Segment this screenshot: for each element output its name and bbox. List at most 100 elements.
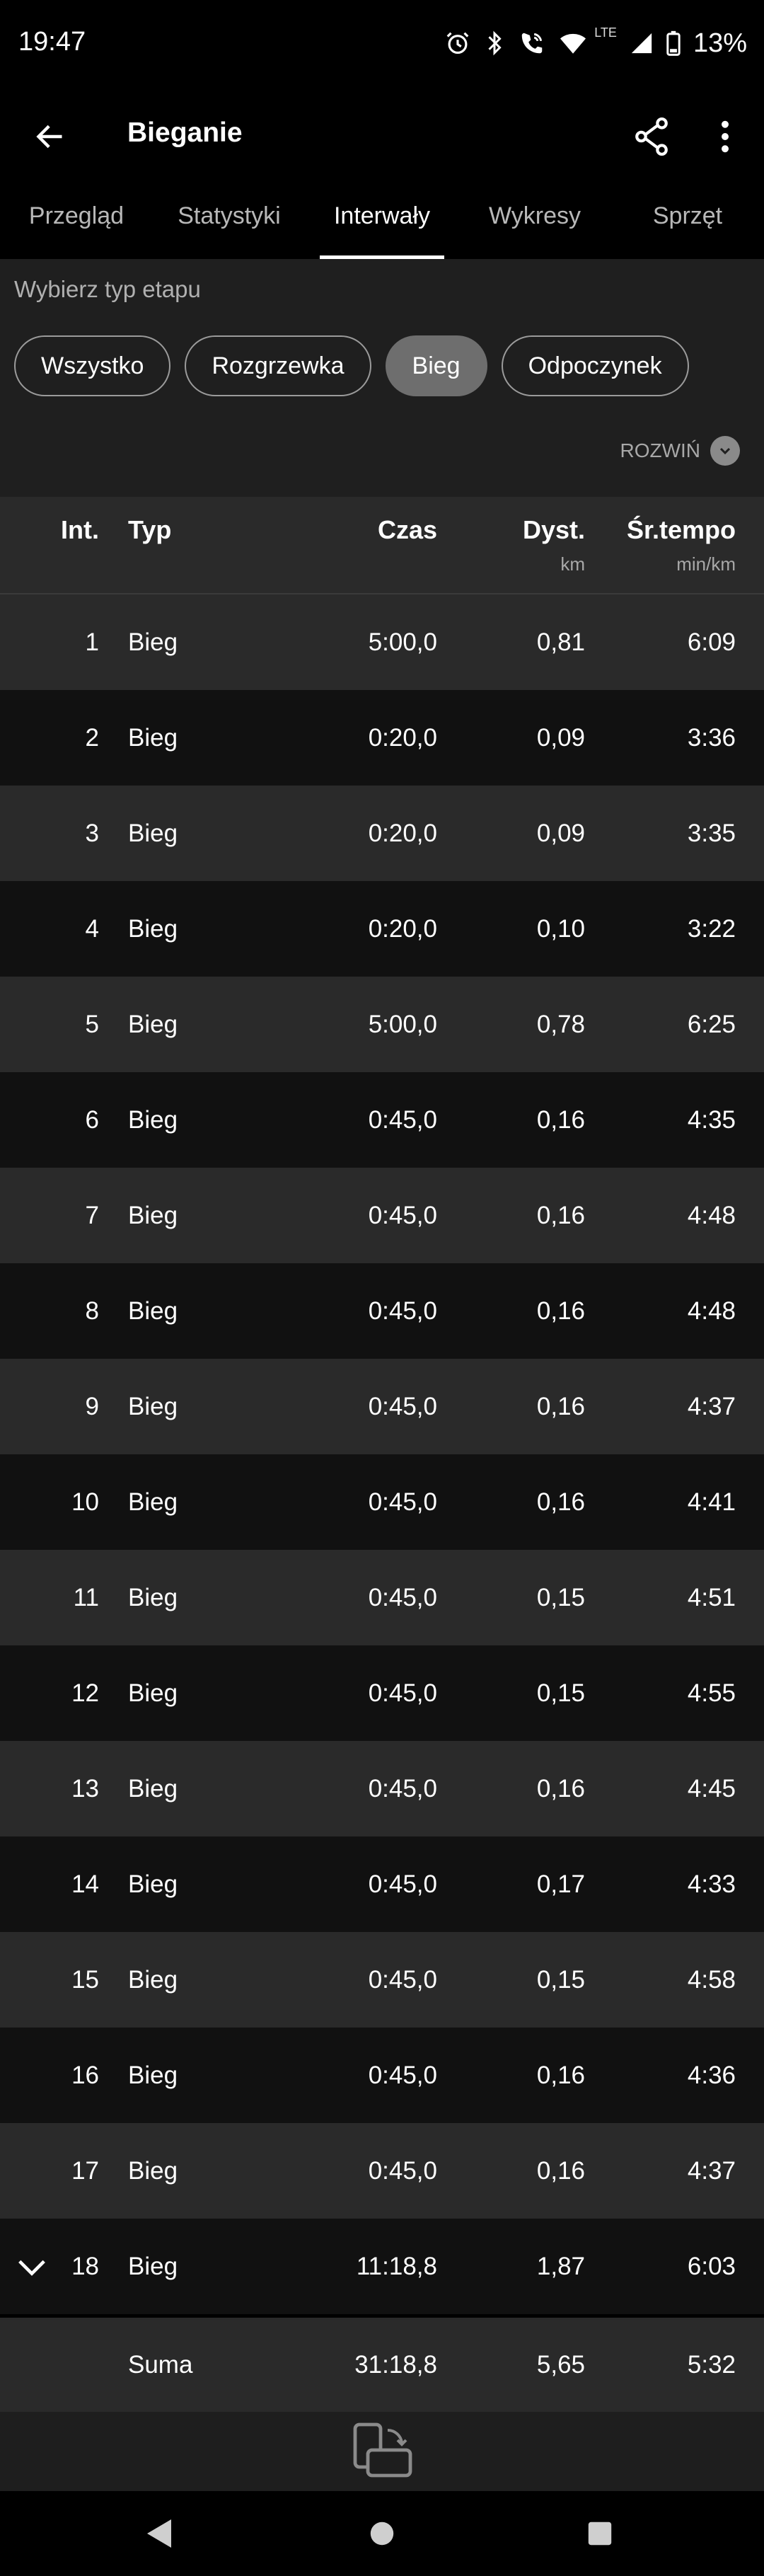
row-int: 16 xyxy=(71,2062,99,2089)
bluetooth-icon xyxy=(488,30,502,56)
row-typ: Bieg xyxy=(128,820,178,847)
chevron-down-icon[interactable] xyxy=(16,2250,48,2283)
system-nav-bar xyxy=(0,2491,764,2576)
table-row[interactable]: 13 Bieg 0:45,0 0,16 4:45 xyxy=(0,1741,764,1836)
battery-percent: 13% xyxy=(693,28,747,58)
row-tempo: 4:37 xyxy=(687,1393,736,1420)
row-tempo: 4:41 xyxy=(687,1488,736,1516)
row-typ: Bieg xyxy=(128,1584,178,1611)
nav-home-button[interactable] xyxy=(361,2512,403,2555)
battery-icon xyxy=(666,30,681,56)
chevron-down-icon xyxy=(710,436,740,466)
table-row[interactable]: 17 Bieg 0:45,0 0,16 4:37 xyxy=(0,2123,764,2219)
share-button[interactable] xyxy=(627,105,676,168)
row-dyst: 0,09 xyxy=(536,820,585,847)
row-tempo: 4:33 xyxy=(687,1870,736,1898)
row-czas: 0:45,0 xyxy=(368,2157,437,2185)
row-typ: Bieg xyxy=(128,1775,178,1802)
table-row[interactable]: 8 Bieg 0:45,0 0,16 4:48 xyxy=(0,1263,764,1359)
row-int: 13 xyxy=(71,1775,99,1802)
signal-icon xyxy=(631,33,652,54)
row-typ: Bieg xyxy=(128,1966,178,1994)
row-int: 10 xyxy=(71,1488,99,1516)
table-row[interactable]: 11 Bieg 0:45,0 0,15 4:51 xyxy=(0,1550,764,1645)
chip-bieg[interactable]: Bieg xyxy=(385,335,487,396)
nav-recents-button[interactable] xyxy=(579,2512,621,2555)
row-czas: 0:45,0 xyxy=(368,1202,437,1229)
row-int: 7 xyxy=(85,1202,99,1229)
table-row[interactable]: 9 Bieg 0:45,0 0,16 4:37 xyxy=(0,1359,764,1454)
tab-interwaly[interactable]: Interwały xyxy=(306,183,458,259)
table-row[interactable]: 6 Bieg 0:45,0 0,16 4:35 xyxy=(0,1072,764,1168)
row-tempo: 4:48 xyxy=(687,1202,736,1229)
wifi-call-icon xyxy=(522,33,543,54)
row-dyst: 0,78 xyxy=(536,1011,585,1038)
table-row[interactable]: 3 Bieg 0:20,0 0,09 3:35 xyxy=(0,786,764,881)
table-row[interactable]: 10 Bieg 0:45,0 0,16 4:41 xyxy=(0,1454,764,1550)
row-typ: Bieg xyxy=(128,1202,178,1229)
row-czas: 0:45,0 xyxy=(368,1393,437,1420)
row-int: 5 xyxy=(85,1011,99,1038)
row-int: 1 xyxy=(85,628,99,656)
row-dyst: 0,10 xyxy=(536,915,585,943)
row-int: 17 xyxy=(71,2157,99,2185)
row-czas: 0:45,0 xyxy=(368,1966,437,1994)
row-czas: 5:00,0 xyxy=(368,1011,437,1038)
page-title: Bieganie xyxy=(127,117,243,148)
row-typ: Bieg xyxy=(128,915,178,943)
summary-row: Suma 31:18,8 5,65 5:32 xyxy=(0,2318,764,2412)
filter-chips: Wszystko Rozgrzewka Bieg Odpoczynek xyxy=(14,335,689,396)
tab-sprzet[interactable]: Sprzęt xyxy=(611,183,764,259)
table-row[interactable]: 4 Bieg 0:20,0 0,10 3:22 xyxy=(0,881,764,977)
row-dyst: 0,15 xyxy=(536,1966,585,1994)
header-tempo-unit: min/km xyxy=(676,553,736,575)
filter-label: Wybierz typ etapu xyxy=(14,276,201,302)
row-czas: 0:45,0 xyxy=(368,1488,437,1516)
row-int: 8 xyxy=(85,1297,99,1325)
table-row[interactable]: 14 Bieg 0:45,0 0,17 4:33 xyxy=(0,1836,764,1932)
rotate-screen-button[interactable] xyxy=(351,2422,413,2481)
back-button[interactable] xyxy=(25,105,75,168)
table-row[interactable]: 18 Bieg 11:18,8 1,87 6:03 xyxy=(0,2219,764,2314)
row-czas: 0:45,0 xyxy=(368,1297,437,1325)
row-tempo: 3:35 xyxy=(687,820,736,847)
row-czas: 0:45,0 xyxy=(368,1106,437,1134)
row-czas: 11:18,8 xyxy=(356,2253,437,2280)
tab-wykresy[interactable]: Wykresy xyxy=(458,183,611,259)
row-dyst: 0,16 xyxy=(536,1775,585,1802)
row-typ: Bieg xyxy=(128,1679,178,1707)
app-bar: Bieganie xyxy=(0,91,764,183)
more-options-button[interactable] xyxy=(707,105,743,168)
table-row[interactable]: 5 Bieg 5:00,0 0,78 6:25 xyxy=(0,977,764,1072)
row-int: 12 xyxy=(71,1679,99,1707)
interval-table: 1 Bieg 5:00,0 0,81 6:09 2 Bieg 0:20,0 0,09 3:36 3 B… xyxy=(0,594,764,2314)
table-row[interactable]: 2 Bieg 0:20,0 0,09 3:36 xyxy=(0,690,764,786)
row-dyst: 0,16 xyxy=(536,2157,585,2185)
chip-rozgrzewka[interactable]: Rozgrzewka xyxy=(185,335,371,396)
tab-statystyki[interactable]: Statystyki xyxy=(153,183,306,259)
status-icons: LTE 13% xyxy=(444,25,747,61)
nav-back-button[interactable] xyxy=(139,2512,181,2555)
chip-wszystko[interactable]: Wszystko xyxy=(14,335,171,396)
expand-label: ROZWIŃ xyxy=(620,439,700,461)
nav-recents-icon xyxy=(588,2522,612,2546)
chip-odpoczynek[interactable]: Odpoczynek xyxy=(501,335,689,396)
row-czas: 5:00,0 xyxy=(368,628,437,656)
header-dyst-unit: km xyxy=(560,553,585,575)
row-dyst: 0,15 xyxy=(536,1584,585,1611)
table-row[interactable]: 7 Bieg 0:45,0 0,16 4:48 xyxy=(0,1168,764,1263)
header-tempo: Śr.tempo xyxy=(626,515,736,544)
tab-przeglad[interactable]: Przegląd xyxy=(0,183,153,259)
row-czas: 0:45,0 xyxy=(368,2062,437,2089)
row-int: 18 xyxy=(71,2253,99,2280)
table-row[interactable]: 12 Bieg 0:45,0 0,15 4:55 xyxy=(0,1645,764,1741)
nav-back-icon xyxy=(147,2519,171,2548)
table-row[interactable]: 15 Bieg 0:45,0 0,15 4:58 xyxy=(0,1932,764,2028)
screen-rotation-icon xyxy=(353,2422,412,2478)
table-row[interactable]: 16 Bieg 0:45,0 0,16 4:36 xyxy=(0,2028,764,2123)
table-row[interactable]: 1 Bieg 5:00,0 0,81 6:09 xyxy=(0,594,764,690)
summary-czas: 31:18,8 xyxy=(354,2351,437,2379)
row-tempo: 6:09 xyxy=(687,628,736,656)
expand-button[interactable]: ROZWIŃ xyxy=(620,436,740,466)
row-typ: Bieg xyxy=(128,1488,178,1516)
